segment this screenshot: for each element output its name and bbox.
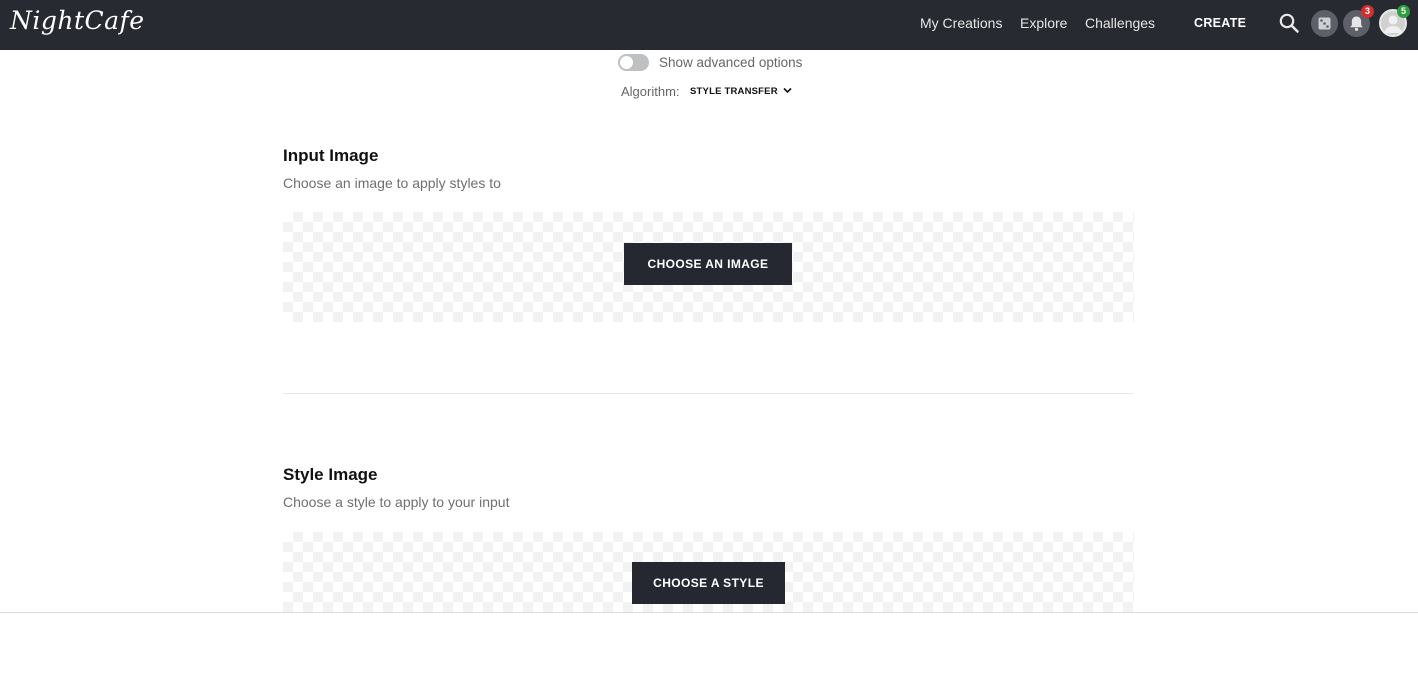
style-image-title: Style Image: [283, 465, 378, 484]
input-image-dropzone[interactable]: CHOOSE AN IMAGE: [283, 212, 1134, 322]
style-image-subtitle: Choose a style to apply to your input: [283, 494, 510, 510]
nightcafe-logo[interactable]: NightCafe: [10, 6, 145, 35]
nav-my-creations[interactable]: My Creations: [920, 15, 1002, 31]
input-image-title: Input Image: [283, 146, 379, 165]
dice-icon: [1318, 17, 1331, 30]
choose-image-button[interactable]: CHOOSE AN IMAGE: [624, 243, 792, 285]
bottom-bar: [0, 612, 1418, 675]
algorithm-select[interactable]: STYLE TRANSFER: [690, 86, 792, 97]
algorithm-value: STYLE TRANSFER: [690, 86, 778, 97]
profile-badge: 5: [1397, 5, 1410, 18]
input-image-subtitle: Choose an image to apply styles to: [283, 175, 501, 191]
nav-challenges[interactable]: Challenges: [1085, 15, 1155, 31]
create-button[interactable]: CREATE: [1194, 16, 1246, 30]
choose-style-button[interactable]: CHOOSE A STYLE: [632, 562, 785, 604]
nav-explore[interactable]: Explore: [1020, 15, 1067, 31]
top-navigation-bar: NightCafe My Creations Explore Challenge…: [0, 0, 1418, 50]
random-dice-button[interactable]: [1311, 10, 1338, 37]
advanced-options-toggle[interactable]: [618, 54, 649, 71]
chevron-down-icon: [783, 87, 792, 94]
section-divider: [283, 393, 1134, 394]
notification-count-badge: 3: [1361, 5, 1374, 18]
algorithm-label: Algorithm:: [621, 84, 680, 99]
search-icon[interactable]: [1278, 12, 1300, 34]
toggle-knob: [620, 56, 633, 69]
advanced-options-label[interactable]: Show advanced options: [659, 55, 802, 70]
